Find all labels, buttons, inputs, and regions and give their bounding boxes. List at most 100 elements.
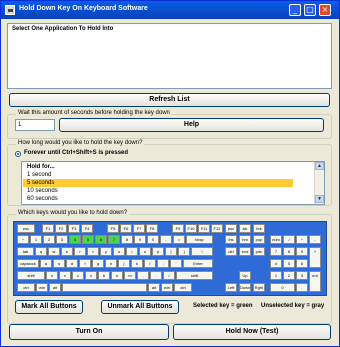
key-symbol[interactable]: /	[163, 271, 175, 280]
wait-seconds-input[interactable]: 1	[15, 119, 55, 131]
key-k[interactable]: k	[131, 259, 143, 268]
key-m[interactable]: m	[124, 271, 136, 280]
key-q[interactable]: q	[35, 247, 47, 256]
help-button[interactable]: Help	[59, 118, 324, 132]
key-4[interactable]: 4	[270, 259, 282, 268]
duration-scrollbar[interactable]: ▲ ▼	[314, 162, 324, 204]
key-symbol[interactable]: '	[170, 259, 182, 268]
key-shift[interactable]: shift	[176, 271, 213, 280]
application-list[interactable]: Select One Application To Hold Into	[7, 23, 332, 89]
key-alt[interactable]: alt	[148, 283, 160, 292]
key-i[interactable]: i	[126, 247, 138, 256]
key-p[interactable]: p	[152, 247, 164, 256]
mark-all-buttons-button[interactable]: Mark All Buttons	[15, 300, 83, 314]
turn-on-button[interactable]: Turn On	[9, 324, 169, 340]
key-psc[interactable]: psc	[225, 224, 237, 233]
duration-option[interactable]: 1 second	[23, 171, 293, 179]
key-rght[interactable]: Rght	[253, 283, 265, 292]
key-f4[interactable]: F4	[81, 224, 93, 233]
key-t[interactable]: t	[87, 247, 99, 256]
key-v[interactable]: v	[85, 271, 97, 280]
key-b[interactable]: b	[98, 271, 110, 280]
key-j[interactable]: j	[118, 259, 130, 268]
key-2[interactable]: 2	[43, 235, 55, 244]
key-f2[interactable]: F2	[55, 224, 67, 233]
key-ent[interactable]: ent	[309, 271, 321, 292]
key-ctrl[interactable]: ctrl	[174, 283, 192, 292]
key-ctrl[interactable]: ctrl	[17, 283, 35, 292]
key-f9[interactable]: F9	[172, 224, 184, 233]
key-s[interactable]: s	[53, 259, 65, 268]
key-num[interactable]: num	[270, 235, 282, 244]
key-5[interactable]: 5	[82, 235, 94, 244]
key-5[interactable]: 5	[283, 259, 295, 268]
key-e[interactable]: e	[61, 247, 73, 256]
key-h[interactable]: h	[105, 259, 117, 268]
key-f1[interactable]: F1	[42, 224, 54, 233]
key-symbol[interactable]: /	[283, 235, 295, 244]
key-f3[interactable]: F3	[68, 224, 80, 233]
key-shift[interactable]: shift	[17, 271, 45, 280]
key-tab[interactable]: tab	[17, 247, 34, 256]
key-pdn[interactable]: pdn	[253, 247, 265, 256]
key-6[interactable]: 6	[95, 235, 107, 244]
unmark-all-buttons-button[interactable]: Unmark All Buttons	[101, 300, 179, 314]
key-symbol[interactable]: .	[296, 283, 308, 292]
key-win[interactable]: win	[36, 283, 48, 292]
minimize-button[interactable]: _	[289, 4, 301, 16]
key-symbol[interactable]: [	[165, 247, 177, 256]
hold-now-test-button[interactable]: Hold Now (Test)	[173, 324, 331, 340]
key-4[interactable]: 4	[69, 235, 81, 244]
refresh-list-button[interactable]: Refresh List	[9, 93, 330, 107]
key-f7[interactable]: F7	[133, 224, 145, 233]
key-z[interactable]: z	[46, 271, 58, 280]
key-symbol[interactable]: =	[173, 235, 185, 244]
key-f11[interactable]: F11	[198, 224, 210, 233]
duration-option[interactable]: 10 seconds	[23, 187, 293, 195]
key-7[interactable]: 7	[270, 247, 282, 256]
key-x[interactable]: x	[59, 271, 71, 280]
forever-radio[interactable]	[15, 151, 21, 157]
key-f6[interactable]: F6	[120, 224, 132, 233]
duration-option-selected[interactable]: 5 seconds	[23, 179, 293, 187]
key-alt[interactable]: alt	[49, 283, 61, 292]
key-6[interactable]: 6	[296, 259, 308, 268]
key-symbol[interactable]: -	[160, 235, 172, 244]
key-y[interactable]: y	[100, 247, 112, 256]
key-symbol[interactable]: ]	[178, 247, 190, 256]
close-button[interactable]: ×	[319, 4, 331, 16]
key-end[interactable]: end	[239, 247, 251, 256]
key-9[interactable]: 9	[134, 235, 146, 244]
key-f8[interactable]: F8	[146, 224, 158, 233]
title-bar[interactable]: Hold Down Key On Keyboard Software _ □ ×	[1, 1, 339, 19]
key-capslock[interactable]: capslock	[17, 259, 39, 268]
key-o[interactable]: o	[139, 247, 151, 256]
key-bksp[interactable]: bksp	[186, 235, 213, 244]
key-pup[interactable]: pup	[253, 235, 265, 244]
key-n[interactable]: n	[111, 271, 123, 280]
key-9[interactable]: 9	[296, 247, 308, 256]
key-symbol[interactable]: ,	[137, 271, 149, 280]
key-8[interactable]: 8	[283, 247, 295, 256]
key-esc[interactable]: esc	[17, 224, 35, 233]
key-space[interactable]	[62, 283, 147, 292]
scroll-down-icon[interactable]: ▼	[315, 195, 324, 203]
key-f[interactable]: f	[79, 259, 91, 268]
key-del[interactable]: del	[225, 247, 237, 256]
key-3[interactable]: 3	[56, 235, 68, 244]
key-enter[interactable]: Enter	[183, 259, 213, 268]
scroll-up-icon[interactable]: ▲	[315, 162, 324, 170]
duration-option[interactable]: Hold for...	[23, 163, 293, 171]
key-1[interactable]: 1	[270, 271, 282, 280]
duration-option[interactable]: 60 seconds	[23, 195, 293, 203]
key-3[interactable]: 3	[296, 271, 308, 280]
key-l[interactable]: l	[144, 259, 156, 268]
key-hm[interactable]: hm	[239, 235, 251, 244]
key-a[interactable]: a	[40, 259, 52, 268]
key-symbol[interactable]: *	[296, 235, 308, 244]
key-u[interactable]: u	[113, 247, 125, 256]
key-symbol[interactable]: .	[150, 271, 162, 280]
maximize-button[interactable]: □	[304, 4, 316, 16]
key-f12[interactable]: F12	[211, 224, 223, 233]
key-symbol[interactable]: \	[191, 247, 213, 256]
